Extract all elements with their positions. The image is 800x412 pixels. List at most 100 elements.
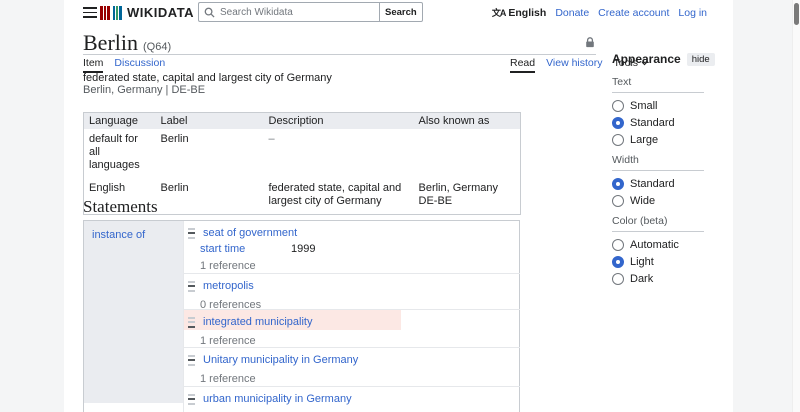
tab-view-history[interactable]: View history bbox=[546, 57, 602, 69]
radio-icon bbox=[612, 178, 624, 190]
statement-value-link[interactable]: seat of government bbox=[203, 227, 297, 239]
tab-item[interactable]: Item bbox=[83, 57, 103, 69]
statement-row: urban municipality in Germany 0 referenc… bbox=[184, 386, 520, 412]
cell-description: federated state, capital and largest cit… bbox=[264, 178, 414, 215]
appearance-section-color: Color (beta) Automatic Light Dark bbox=[612, 215, 704, 285]
radio-icon bbox=[612, 256, 624, 268]
title-row: Berlin (Q64) bbox=[83, 30, 171, 56]
statement-value-link[interactable]: Unitary municipality in Germany bbox=[203, 354, 358, 366]
radio-width-wide[interactable]: Wide bbox=[612, 195, 704, 207]
cell-label: Berlin bbox=[156, 129, 264, 178]
tab-discussion[interactable]: Discussion bbox=[114, 57, 165, 69]
tab-read[interactable]: Read bbox=[510, 57, 535, 69]
wikidata-logo-text: WIKIDATA bbox=[127, 5, 194, 20]
radio-text-large[interactable]: Large bbox=[612, 134, 704, 146]
terms-row-default: default for all languages Berlin – bbox=[84, 129, 521, 178]
appearance-title: Appearance bbox=[612, 52, 681, 66]
search-icon bbox=[204, 7, 215, 18]
rank-selector-icon[interactable] bbox=[188, 355, 195, 366]
statement-row-deprecated: integrated municipality 1 reference bbox=[184, 309, 520, 347]
section-label: Text bbox=[612, 76, 704, 93]
statement-group: instance of seat of government start tim… bbox=[83, 220, 520, 412]
aka-line: Berlin, Germany bbox=[419, 182, 516, 195]
cell-aka bbox=[414, 129, 521, 178]
login-link[interactable]: Log in bbox=[678, 7, 707, 19]
property-link[interactable]: instance of bbox=[92, 229, 145, 241]
page-protection-lock-icon bbox=[585, 37, 595, 48]
col-description: Description bbox=[264, 113, 414, 130]
radio-icon bbox=[612, 195, 624, 207]
statement-value-link[interactable]: metropolis bbox=[203, 280, 254, 292]
entity-id: (Q64) bbox=[143, 41, 171, 53]
cell-description: – bbox=[264, 129, 414, 178]
radio-icon bbox=[612, 239, 624, 251]
appearance-title-row: Appearance hide bbox=[612, 52, 704, 66]
radio-icon bbox=[612, 100, 624, 112]
references-toggle[interactable]: 1 reference bbox=[200, 260, 520, 272]
search-box[interactable] bbox=[198, 2, 379, 22]
claims-list: seat of government start time 1999 1 ref… bbox=[183, 221, 520, 412]
appearance-panel: Appearance hide Text Small Standard Larg… bbox=[612, 52, 704, 293]
cell-aka: Berlin, Germany DE-BE bbox=[414, 178, 521, 215]
radio-color-dark[interactable]: Dark bbox=[612, 273, 704, 285]
col-label: Label bbox=[156, 113, 264, 130]
radio-icon bbox=[612, 273, 624, 285]
statement-row: Unitary municipality in Germany 1 refere… bbox=[184, 347, 520, 386]
radio-text-standard[interactable]: Standard bbox=[612, 117, 704, 129]
content-sheet: WIKIDATA Search 文A English Donate Create… bbox=[64, 0, 733, 412]
wikidata-page: WIKIDATA Search 文A English Donate Create… bbox=[0, 0, 800, 412]
language-icon: 文A bbox=[492, 6, 506, 19]
cell-language: default for all languages bbox=[84, 129, 156, 178]
appearance-section-width: Width Standard Wide bbox=[612, 154, 704, 207]
statement-value-link[interactable]: urban municipality in Germany bbox=[203, 393, 352, 405]
rank-selector-icon[interactable] bbox=[188, 281, 195, 292]
statement-value-link[interactable]: integrated municipality bbox=[203, 316, 312, 328]
section-label: Width bbox=[612, 154, 704, 171]
radio-color-automatic[interactable]: Automatic bbox=[612, 239, 704, 251]
appearance-section-text: Text Small Standard Large bbox=[612, 76, 704, 146]
aka-line: DE-BE bbox=[419, 195, 516, 208]
scrollbar-thumb[interactable] bbox=[794, 3, 799, 25]
property-cell: instance of bbox=[84, 221, 183, 403]
title-divider bbox=[83, 54, 596, 55]
radio-width-standard[interactable]: Standard bbox=[612, 178, 704, 190]
radio-icon bbox=[612, 117, 624, 129]
page-title: Berlin bbox=[83, 30, 138, 55]
col-also-known-as: Also known as bbox=[414, 113, 521, 130]
references-toggle[interactable]: 1 reference bbox=[200, 373, 520, 385]
rank-selector-icon[interactable] bbox=[188, 317, 195, 328]
entity-description: federated state, capital and largest cit… bbox=[83, 72, 332, 84]
search-button[interactable]: Search bbox=[379, 2, 423, 22]
appearance-hide-button[interactable]: hide bbox=[687, 53, 715, 66]
terms-header-row: Language Label Description Also known as bbox=[84, 113, 521, 130]
radio-icon bbox=[612, 134, 624, 146]
radio-color-light[interactable]: Light bbox=[612, 256, 704, 268]
namespace-tabs: Item Discussion bbox=[83, 57, 165, 69]
radio-text-small[interactable]: Small bbox=[612, 100, 704, 112]
search-input[interactable] bbox=[220, 7, 360, 18]
rank-selector-icon[interactable] bbox=[188, 394, 195, 405]
wikidata-logo-icon bbox=[100, 6, 122, 20]
user-links: 文A English Donate Create account Log in bbox=[492, 6, 707, 19]
qualifier-row: start time 1999 bbox=[200, 243, 520, 255]
main-menu-icon[interactable] bbox=[83, 7, 97, 18]
references-toggle[interactable]: 1 reference bbox=[200, 335, 520, 347]
language-selector[interactable]: 文A English bbox=[492, 6, 546, 19]
wikidata-logo[interactable]: WIKIDATA bbox=[100, 5, 194, 20]
language-label: English bbox=[508, 7, 546, 19]
statements-heading: Statements bbox=[83, 197, 158, 217]
entity-aliases: Berlin, Germany | DE-BE bbox=[83, 84, 205, 96]
statement-row: seat of government start time 1999 1 ref… bbox=[184, 221, 520, 273]
cell-label: Berlin bbox=[156, 178, 264, 215]
rank-selector-icon[interactable] bbox=[188, 228, 195, 239]
create-account-link[interactable]: Create account bbox=[598, 7, 669, 19]
scrollbar[interactable] bbox=[792, 0, 800, 412]
donate-link[interactable]: Donate bbox=[555, 7, 589, 19]
col-language: Language bbox=[84, 113, 156, 130]
statement-row: metropolis 0 references bbox=[184, 273, 520, 309]
section-label: Color (beta) bbox=[612, 215, 704, 232]
qualifier-property-link[interactable]: start time bbox=[200, 243, 291, 255]
qualifier-value: 1999 bbox=[291, 243, 315, 255]
search-bar: Search bbox=[198, 2, 423, 22]
top-header: WIKIDATA Search 文A English Donate Create… bbox=[64, 0, 733, 24]
